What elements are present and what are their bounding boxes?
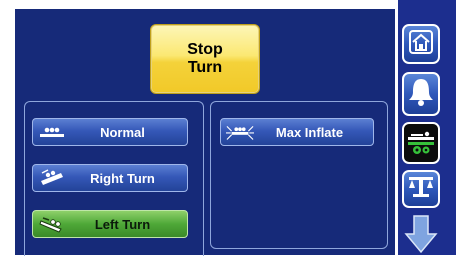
scale-icon bbox=[407, 174, 435, 205]
left-turn-button[interactable]: Left Turn bbox=[32, 210, 188, 238]
stop-turn-button[interactable]: Stop Turn bbox=[150, 24, 260, 94]
max-inflate-label: Max Inflate bbox=[275, 124, 344, 140]
scroll-down-button[interactable] bbox=[404, 214, 438, 255]
bell-icon bbox=[406, 76, 436, 113]
bed-settings-icon bbox=[405, 126, 437, 161]
max-inflate-icon bbox=[226, 123, 254, 141]
sidebar-item-therapy-settings[interactable] bbox=[402, 122, 440, 164]
bed-right-turn-icon bbox=[38, 169, 66, 187]
screen: Stop Turn Normal Right Turn Left Turn Ma… bbox=[0, 0, 456, 256]
right-turn-label: Right Turn bbox=[90, 170, 155, 186]
sidebar-item-home[interactable] bbox=[402, 24, 440, 64]
normal-button[interactable]: Normal bbox=[32, 118, 188, 146]
left-turn-label: Left Turn bbox=[94, 216, 151, 232]
max-inflate-button[interactable]: Max Inflate bbox=[220, 118, 374, 146]
stop-turn-label: Stop Turn bbox=[187, 41, 223, 76]
right-turn-button[interactable]: Right Turn bbox=[32, 164, 188, 192]
bed-flat-icon bbox=[38, 123, 66, 141]
sidebar-item-alarm[interactable] bbox=[402, 72, 440, 116]
arrow-down-icon bbox=[404, 214, 438, 260]
normal-label: Normal bbox=[100, 124, 145, 140]
bed-left-turn-icon bbox=[38, 215, 66, 233]
home-icon bbox=[408, 29, 434, 60]
sidebar-item-scale[interactable] bbox=[402, 170, 440, 208]
